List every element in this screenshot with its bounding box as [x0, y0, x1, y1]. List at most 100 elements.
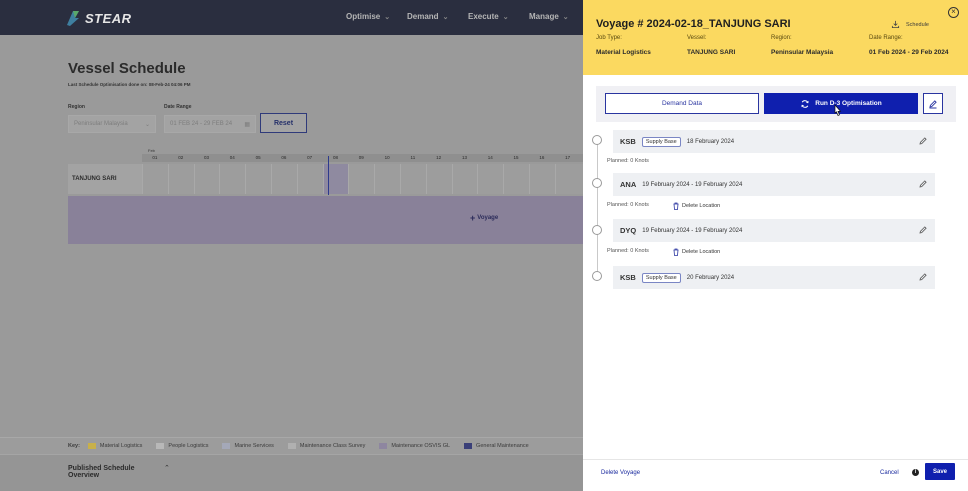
- schedule-cell[interactable]: [528, 164, 555, 194]
- timeline-node: [592, 135, 602, 145]
- schedule-link-label: Schedule: [906, 21, 929, 28]
- legend-item: Marine Services: [222, 443, 274, 449]
- trash-icon: [673, 248, 679, 256]
- schedule-cell[interactable]: [245, 164, 271, 194]
- reset-button[interactable]: Reset: [260, 113, 307, 133]
- day-header-row: 01 02 03 04 05 06 07 08 09 10 11 12 13 14 15 16 17: [142, 154, 583, 162]
- region-select-value: Peninsular Malaysia: [74, 121, 128, 127]
- edit-voyage-button[interactable]: [923, 93, 943, 114]
- region-select[interactable]: Peninsular Malaysia ⌄: [68, 115, 156, 133]
- stop-row[interactable]: ANA 19 February 2024 - 19 February 2024: [613, 173, 935, 196]
- legend-item-label: Material Logistics: [99, 443, 143, 449]
- legend-swatch: [379, 443, 388, 449]
- stear-logo[interactable]: STEAR: [64, 9, 132, 27]
- add-voyage-button[interactable]: + Voyage: [470, 213, 499, 223]
- logo-text: STEAR: [85, 10, 132, 26]
- refresh-icon: [801, 99, 809, 108]
- date-range-label: Date Range: [164, 104, 192, 110]
- published-title-line1: Published Schedule: [68, 465, 135, 472]
- job-type-value: Material Logistics: [596, 49, 651, 56]
- schedule-cell[interactable]: [399, 164, 426, 194]
- cancel-button[interactable]: Cancel: [880, 470, 899, 476]
- pencil-icon: [929, 99, 937, 108]
- pencil-icon[interactable]: [918, 179, 928, 189]
- close-icon[interactable]: ×: [948, 7, 959, 18]
- nav-manage[interactable]: Manage ⌄: [529, 12, 569, 21]
- legend-swatch: [222, 443, 231, 449]
- stop-code: DYQ: [620, 226, 637, 235]
- chevron-up-icon[interactable]: ⌃: [164, 464, 170, 472]
- date-range-value: 01 FEB 24 - 29 FEB 24: [170, 121, 233, 127]
- planned-speed: Planned: 0 Knots: [607, 248, 649, 254]
- schedule-link[interactable]: Schedule: [891, 20, 929, 29]
- stop-row[interactable]: DYQ 19 February 2024 - 19 February 2024: [613, 219, 935, 242]
- schedule-cell[interactable]: [503, 164, 529, 194]
- run-optimisation-label: Run D-3 Optimisation: [815, 100, 882, 107]
- nav-optimise[interactable]: Optimise ⌄: [346, 12, 390, 21]
- legend-swatch: [464, 443, 473, 449]
- voyage-band[interactable]: [68, 196, 583, 244]
- stop-date: 19 February 2024 - 19 February 2024: [642, 181, 743, 188]
- nav-optimise-label: Optimise: [346, 12, 381, 21]
- delete-voyage-button[interactable]: Delete Voyage: [601, 470, 640, 476]
- published-schedule-section[interactable]: Published Schedule Overview ⌃: [0, 454, 583, 491]
- schedule-cell[interactable]: [167, 164, 194, 194]
- info-icon[interactable]: i: [912, 469, 919, 476]
- schedule-cell[interactable]: [451, 164, 478, 194]
- save-button[interactable]: Save: [925, 463, 955, 480]
- delete-location-label: Delete Location: [682, 203, 721, 209]
- stop-code: KSB: [620, 137, 636, 146]
- schedule-cell[interactable]: [348, 164, 374, 194]
- day-header: 12: [436, 155, 442, 160]
- stop-row[interactable]: KSB Supply Base 20 February 2024: [613, 266, 935, 289]
- timeline-line: [596, 142, 598, 276]
- date-range-meta-value: 01 Feb 2024 - 29 Feb 2024: [869, 49, 949, 56]
- drawer-footer: Delete Voyage Cancel i Save: [583, 459, 968, 491]
- schedule-cell[interactable]: [193, 164, 220, 194]
- chevron-down-icon: ⌄: [442, 13, 449, 21]
- schedule-cell[interactable]: [142, 164, 168, 194]
- nav-demand[interactable]: Demand ⌄: [407, 12, 448, 21]
- nav-execute-label: Execute: [468, 12, 499, 21]
- schedule-cell[interactable]: [425, 164, 452, 194]
- add-voyage-label: Voyage: [477, 215, 499, 221]
- voyage-drawer: Voyage # 2024-02-18_TANJUNG SARI × Sched…: [583, 0, 968, 491]
- schedule-cell[interactable]: [554, 164, 581, 194]
- legend-swatch: [156, 443, 165, 449]
- schedule-cell[interactable]: [322, 164, 349, 194]
- legend-item: General Maintenance: [464, 443, 529, 449]
- drawer-header: Voyage # 2024-02-18_TANJUNG SARI × Sched…: [583, 0, 968, 75]
- date-range-input[interactable]: 01 FEB 24 - 29 FEB 24 ▦: [164, 115, 256, 133]
- timeline-node: [592, 271, 602, 281]
- schedule-cell[interactable]: [219, 164, 245, 194]
- schedule-cell[interactable]: [296, 164, 323, 194]
- demand-data-button[interactable]: Demand Data: [605, 93, 759, 114]
- vessel-name-cell: TANJUNG SARI: [68, 164, 142, 194]
- action-panel: Demand Data Run D-3 Optimisation: [596, 86, 956, 122]
- plus-icon: +: [470, 213, 476, 223]
- nav-execute[interactable]: Execute ⌄: [468, 12, 509, 21]
- legend-bar: Key: Material Logistics People Logistics…: [0, 437, 583, 454]
- delete-location-button[interactable]: Delete Location: [672, 248, 720, 256]
- stop-row[interactable]: KSB Supply Base 18 February 2024: [613, 130, 935, 153]
- legend-key-label: Key:: [68, 443, 80, 449]
- region-meta-value: Peninsular Malaysia: [771, 49, 834, 56]
- vessel-label: Vessel:: [687, 35, 707, 41]
- legend-item: Maintenance OSVIS GL: [379, 443, 450, 449]
- schedule-cell[interactable]: [374, 164, 400, 194]
- pencil-icon[interactable]: [918, 272, 928, 282]
- published-schedule-title: Published Schedule Overview: [68, 465, 135, 479]
- voyage-title: Voyage # 2024-02-18_TANJUNG SARI: [596, 18, 791, 30]
- schedule-cell[interactable]: [270, 164, 297, 194]
- nav-demand-label: Demand: [407, 12, 439, 21]
- planned-speed: Planned: 0 Knots: [607, 158, 649, 164]
- pencil-icon[interactable]: [918, 225, 928, 235]
- month-label: Feb: [148, 148, 155, 153]
- delete-location-button[interactable]: Delete Location: [672, 202, 720, 210]
- schedule-cell[interactable]: [477, 164, 503, 194]
- chevron-down-icon: ⌄: [144, 121, 150, 128]
- legend-item: Material Logistics: [87, 443, 143, 449]
- pencil-icon[interactable]: [918, 136, 928, 146]
- calendar-icon: ▦: [244, 121, 250, 128]
- supply-base-tag: Supply Base: [641, 136, 681, 147]
